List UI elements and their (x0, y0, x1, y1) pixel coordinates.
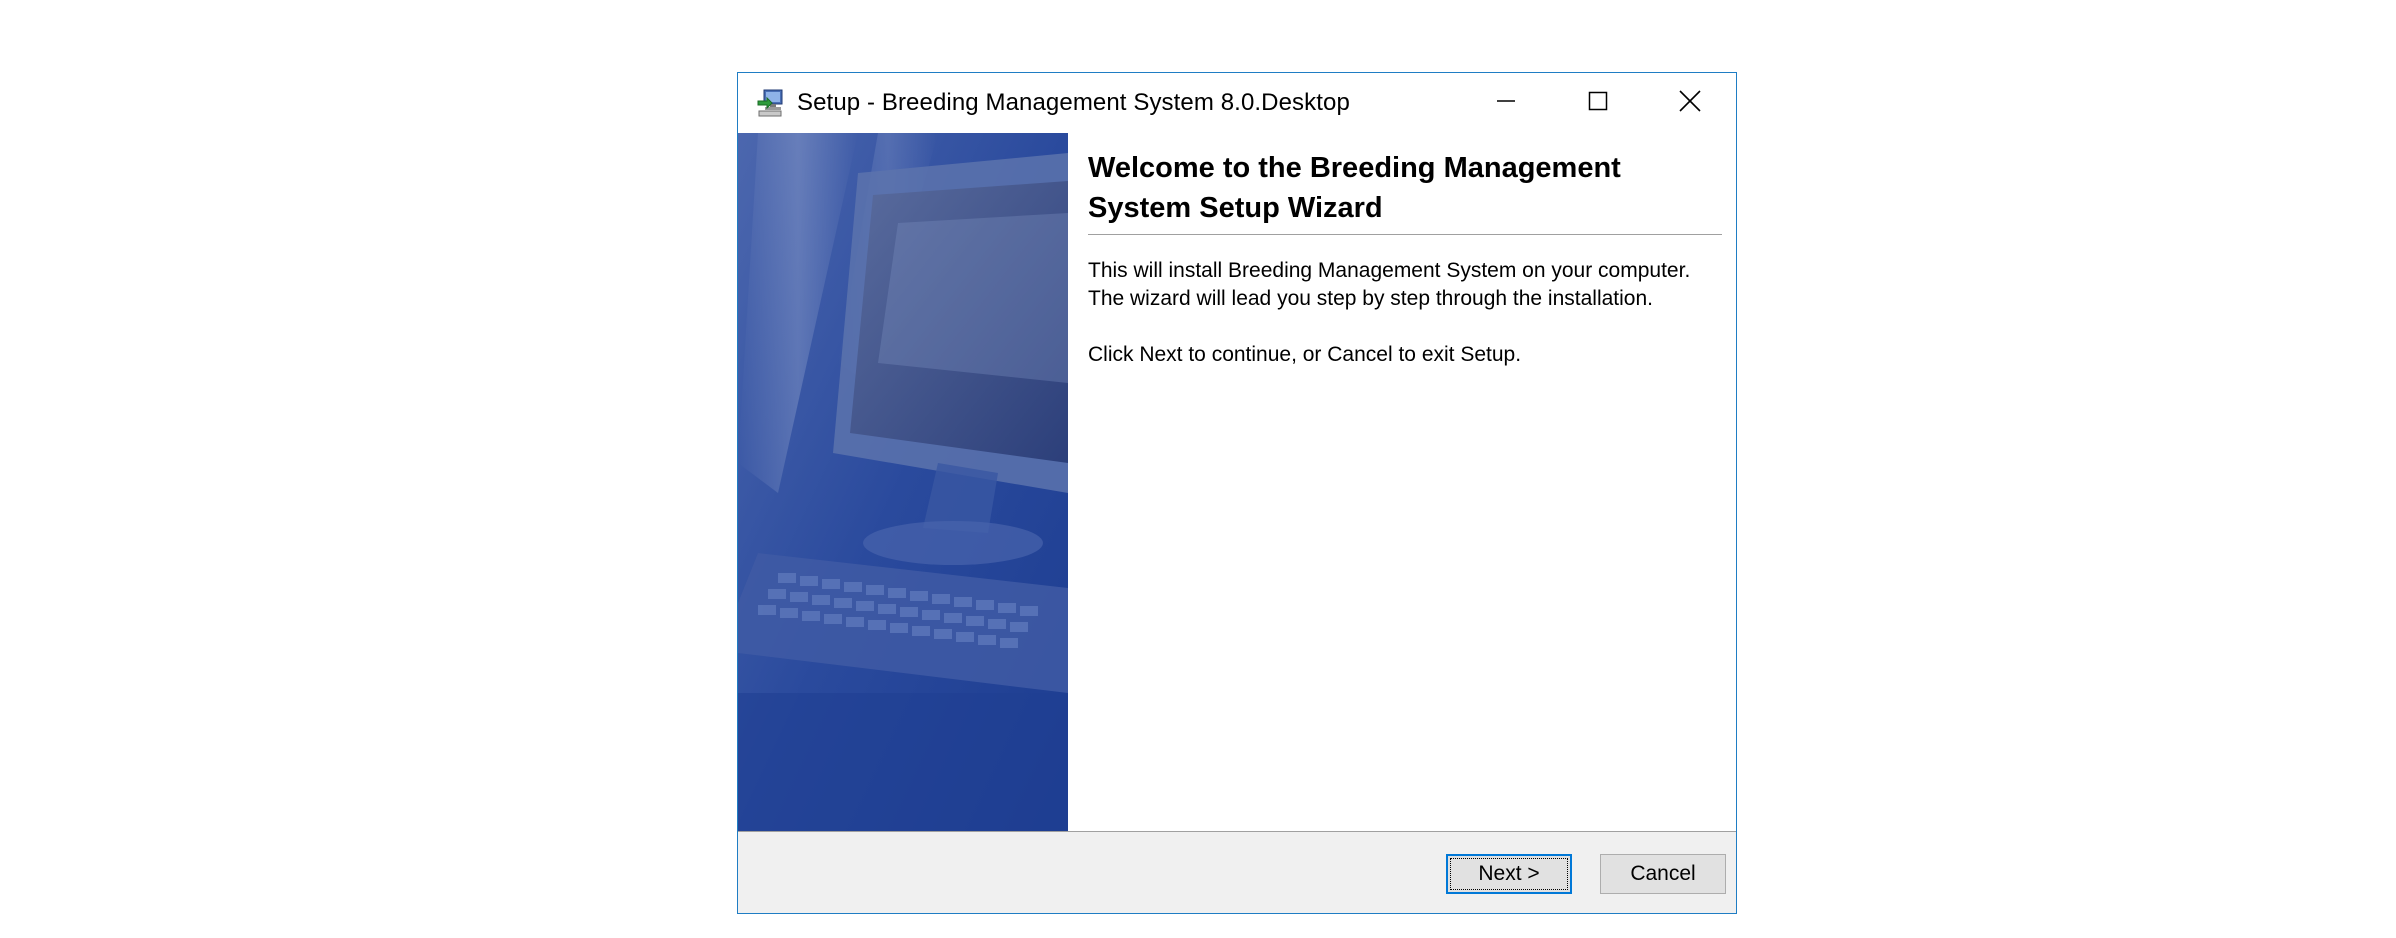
maximize-button[interactable] (1552, 73, 1644, 133)
intro-line-2: The wizard will lead you step by step th… (1088, 287, 1653, 310)
setup-computer-icon (755, 87, 787, 119)
window-title: Setup - Breeding Management System 8.0.D… (797, 89, 1350, 116)
wizard-banner-image (738, 133, 1068, 831)
cancel-button[interactable]: Cancel (1600, 854, 1726, 894)
setup-wizard-window: Setup - Breeding Management System 8.0.D… (737, 72, 1737, 914)
heading-divider (1088, 234, 1722, 236)
welcome-heading: Welcome to the Breeding Management Syste… (1088, 152, 1621, 224)
close-button[interactable] (1644, 73, 1736, 133)
intro-line-1: This will install Breeding Management Sy… (1088, 259, 1691, 282)
wizard-footer: Next > Cancel (738, 831, 1736, 913)
title-bar[interactable]: Setup - Breeding Management System 8.0.D… (738, 73, 1736, 133)
minimize-button[interactable] (1460, 73, 1552, 133)
instruction-text: Click Next to continue, or Cancel to exi… (1088, 343, 1522, 366)
minimize-icon (1496, 91, 1516, 116)
wizard-content: Welcome to the Breeding Management Syste… (1068, 133, 1736, 831)
close-icon (1679, 89, 1701, 117)
maximize-icon (1588, 91, 1608, 116)
next-button[interactable]: Next > (1446, 854, 1572, 894)
